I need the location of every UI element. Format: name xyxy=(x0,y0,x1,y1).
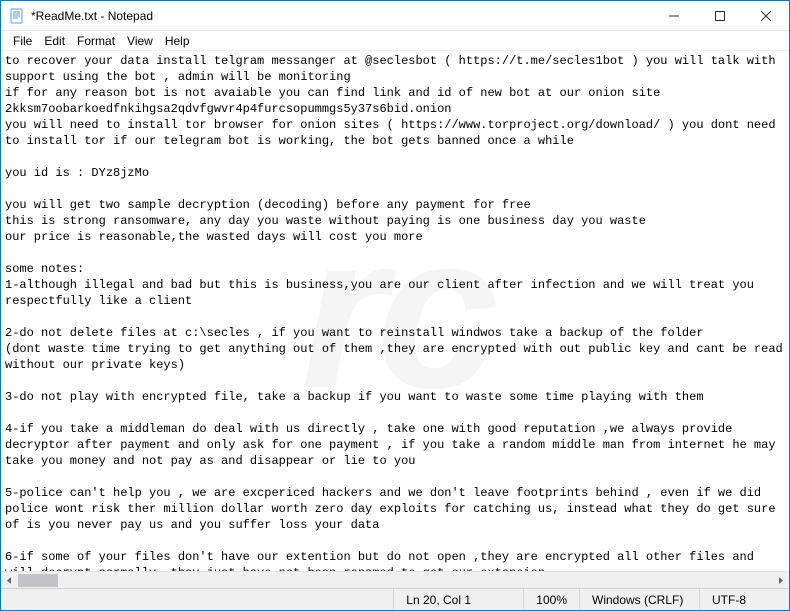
scroll-right-button[interactable] xyxy=(772,572,789,589)
horizontal-scrollbar[interactable] xyxy=(1,571,789,588)
scroll-track[interactable] xyxy=(18,572,772,588)
minimize-button[interactable] xyxy=(651,1,697,30)
menubar: File Edit Format View Help xyxy=(1,31,789,51)
status-encoding: UTF-8 xyxy=(699,589,789,610)
menu-file[interactable]: File xyxy=(7,32,38,50)
text-area[interactable]: rcto recover your data install telgram m… xyxy=(1,51,789,571)
menu-view[interactable]: View xyxy=(121,32,159,50)
watermark: rc xyxy=(301,303,489,319)
scroll-left-button[interactable] xyxy=(1,572,18,589)
status-position: Ln 20, Col 1 xyxy=(393,589,523,610)
menu-format[interactable]: Format xyxy=(71,32,121,50)
status-zoom: 100% xyxy=(523,589,579,610)
document-text: to recover your data install telgram mes… xyxy=(5,54,789,571)
window-title: *ReadMe.txt - Notepad xyxy=(31,9,153,23)
close-button[interactable] xyxy=(743,1,789,30)
menu-help[interactable]: Help xyxy=(159,32,196,50)
maximize-button[interactable] xyxy=(697,1,743,30)
window-controls xyxy=(651,1,789,30)
scroll-thumb[interactable] xyxy=(18,574,58,587)
menu-edit[interactable]: Edit xyxy=(38,32,71,50)
status-line-ending: Windows (CRLF) xyxy=(579,589,699,610)
titlebar[interactable]: *ReadMe.txt - Notepad xyxy=(1,1,789,31)
statusbar: Ln 20, Col 1 100% Windows (CRLF) UTF-8 xyxy=(1,588,789,610)
notepad-icon xyxy=(9,8,25,24)
